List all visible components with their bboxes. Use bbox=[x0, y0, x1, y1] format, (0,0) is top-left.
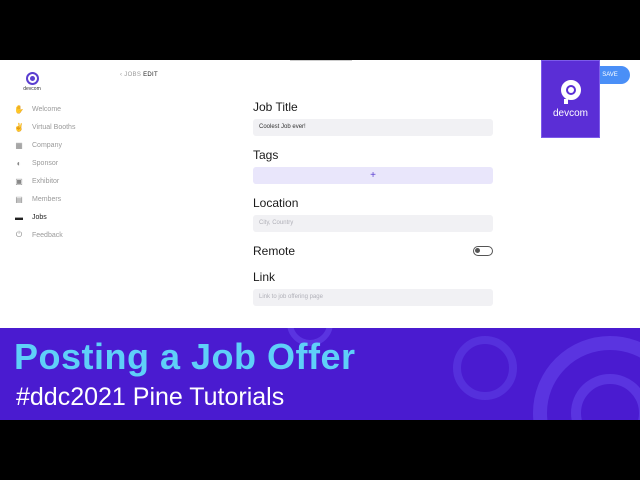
sidebar-item-label: Company bbox=[32, 141, 62, 149]
sidebar-item-label: Virtual Booths bbox=[32, 123, 76, 131]
camera-icon: ▣ bbox=[15, 176, 23, 186]
sidebar-item-members[interactable]: ▤ Members bbox=[14, 190, 114, 208]
top-divider bbox=[290, 60, 352, 61]
breadcrumb-jobs-link[interactable]: ‹ JOBS bbox=[120, 72, 141, 78]
devcom-logo-icon bbox=[560, 79, 581, 100]
booth-icon: ✌ bbox=[14, 122, 24, 132]
sidebar-item-virtual-booths[interactable]: ✌ Virtual Booths bbox=[14, 118, 114, 136]
sidebar-item-label: Exhibitor bbox=[32, 177, 60, 185]
sidebar-item-sponsor[interactable]: ◐ Sponsor bbox=[14, 154, 114, 172]
sidebar-item-label: Welcome bbox=[32, 105, 62, 113]
sidebar-item-label: Sponsor bbox=[32, 159, 59, 167]
location-input[interactable]: City, Country bbox=[253, 215, 493, 232]
link-input[interactable]: Link to job offering page bbox=[253, 289, 493, 306]
letterbox-bottom bbox=[0, 420, 640, 480]
badge-text: devcom bbox=[552, 107, 588, 119]
location-label: Location bbox=[253, 196, 299, 210]
sidebar-item-feedback[interactable]: ⏻ Feedback bbox=[14, 226, 114, 244]
banner-title: Posting a Job Offer bbox=[14, 336, 356, 377]
sidebar-item-label: Jobs bbox=[32, 213, 47, 221]
banner-subtitle: #ddc2021 Pine Tutorials bbox=[16, 383, 285, 411]
sponsor-icon: ◐ bbox=[16, 158, 22, 168]
sidebar-item-jobs[interactable]: ▬ Jobs bbox=[14, 208, 114, 226]
add-tag-button[interactable]: + bbox=[253, 167, 493, 184]
sidebar-item-label: Members bbox=[32, 195, 62, 203]
sidebar: ✋ Welcome ✌ Virtual Booths ▦ Company ◐ S… bbox=[14, 100, 114, 244]
tags-label: Tags bbox=[253, 148, 279, 162]
sidebar-item-exhibitor[interactable]: ▣ Exhibitor bbox=[14, 172, 114, 190]
power-icon: ⏻ bbox=[15, 230, 23, 239]
members-icon: ▤ bbox=[15, 194, 23, 204]
sidebar-item-label: Feedback bbox=[32, 231, 63, 239]
logo-text: devcom bbox=[23, 86, 41, 92]
job-title-label: Job Title bbox=[253, 100, 298, 114]
breadcrumb: ‹ JOBS EDIT bbox=[120, 72, 158, 78]
job-title-input[interactable]: Coolest Job ever! bbox=[253, 119, 493, 136]
remote-label: Remote bbox=[253, 244, 296, 258]
building-icon: ▦ bbox=[15, 140, 23, 150]
devcom-logo-icon bbox=[25, 72, 39, 85]
letterbox-top bbox=[0, 0, 640, 60]
sidebar-item-welcome[interactable]: ✋ Welcome bbox=[14, 100, 114, 118]
breadcrumb-current: EDIT bbox=[141, 72, 158, 78]
title-banner: Posting a Job Offer #ddc2021 Pine Tutori… bbox=[0, 328, 640, 420]
devcom-logo[interactable]: devcom bbox=[20, 72, 44, 92]
devcom-badge: devcom bbox=[541, 60, 600, 138]
link-label: Link bbox=[253, 270, 276, 284]
sidebar-item-company[interactable]: ▦ Company bbox=[14, 136, 114, 154]
hand-icon: ✋ bbox=[14, 104, 24, 114]
job-form: Job Title Coolest Job ever! Tags + Locat… bbox=[253, 100, 493, 306]
remote-toggle[interactable] bbox=[473, 246, 493, 256]
remote-row: Remote bbox=[253, 244, 493, 258]
briefcase-icon: ▬ bbox=[15, 212, 23, 222]
